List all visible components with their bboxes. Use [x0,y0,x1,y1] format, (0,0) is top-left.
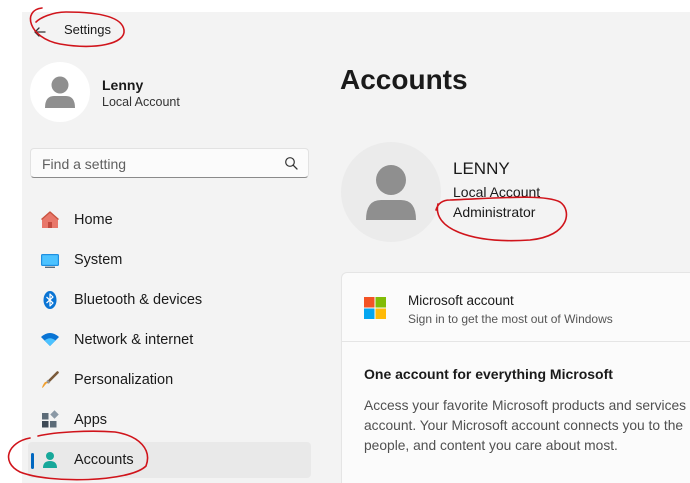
avatar[interactable] [30,62,90,122]
sidebar-item-personalization[interactable]: Personalization [28,362,311,398]
sidebar-item-label: Home [74,212,113,228]
sidebar-item-apps[interactable]: Apps [28,402,311,438]
microsoft-account-card: Microsoft account Sign in to get the mos… [341,272,690,483]
person-icon [45,76,75,108]
sidebar-item-accounts[interactable]: Accounts [28,442,311,478]
sidebar-nav: Home System Bluetooth & devices Network … [28,202,311,482]
card-body-line: people, and content you care about most. [364,438,618,453]
selection-indicator [31,453,34,469]
home-icon [41,211,59,228]
app-title: Settings [64,22,111,37]
search-icon[interactable] [284,156,298,170]
wifi-icon [41,333,59,346]
sidebar-item-label: System [74,252,123,268]
title-bar: Settings [22,12,690,52]
person-icon [366,165,416,220]
card-body-line: Access your favorite Microsoft products … [364,398,687,413]
card-body: Access your favorite Microsoft products … [364,396,690,456]
microsoft-account-header[interactable]: Microsoft account Sign in to get the mos… [342,273,690,342]
microsoft-logo-icon [364,297,386,319]
microsoft-account-title: Microsoft account [408,293,514,308]
search-placeholder: Find a setting [42,156,127,172]
sidebar-item-label: Accounts [74,452,134,468]
page-title: Accounts [340,64,468,95]
sidebar-item-label: Personalization [74,372,174,388]
microsoft-account-subtitle: Sign in to get the most out of Windows [408,312,613,326]
sidebar-item-bluetooth[interactable]: Bluetooth & devices [28,282,311,318]
accounts-icon [43,452,57,468]
brush-icon [42,371,59,388]
card-heading: One account for everything Microsoft [364,366,613,382]
user-account-type: Local Account [102,95,180,109]
settings-window: Settings Lenny Local Account Find a sett… [22,12,690,483]
sidebar-item-label: Apps [74,412,108,428]
search-input[interactable]: Find a setting [30,148,309,178]
account-type: Local Account [453,184,541,200]
user-name: Lenny [102,77,144,93]
sidebar-item-label: Network & internet [74,332,194,348]
account-name: LENNY [453,159,510,178]
account-role: Administrator [453,204,536,220]
apps-icon [42,410,59,428]
sidebar-item-system[interactable]: System [28,242,311,278]
sidebar-item-label: Bluetooth & devices [74,292,203,308]
sidebar-item-network[interactable]: Network & internet [28,322,311,358]
bluetooth-icon [43,291,57,309]
account-avatar[interactable] [341,142,441,242]
arrow-left-icon[interactable] [30,22,50,42]
monitor-icon [41,254,59,268]
card-body-line: account. Your Microsoft account connects… [364,418,684,433]
sidebar-item-home[interactable]: Home [28,202,311,238]
